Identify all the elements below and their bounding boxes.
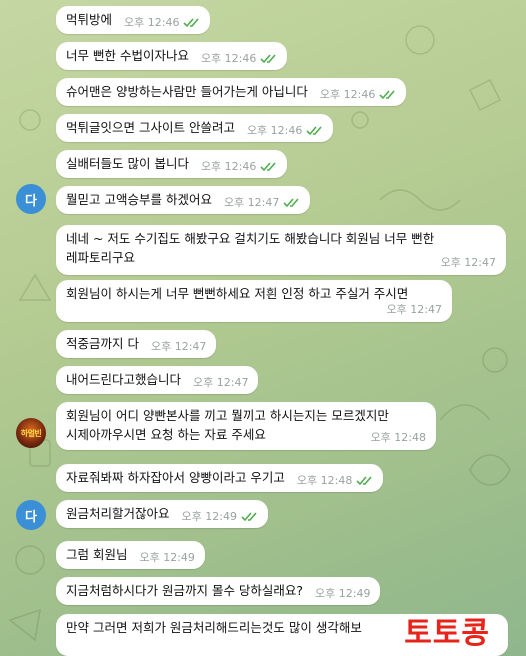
double-check-icon xyxy=(260,161,277,172)
incoming-message[interactable]: 적중금까지 다 오후 12:47 xyxy=(56,330,217,358)
message-time: 오후 12:46 xyxy=(200,52,257,65)
message-time: 오후 12:46 xyxy=(246,124,303,137)
message-time: 오후 12:48 xyxy=(370,431,426,444)
double-check-icon xyxy=(283,197,300,208)
message-text: 슈어맨은 양방하는사람만 들어가는게 아닙니다 xyxy=(66,84,308,99)
outgoing-message[interactable]: 먹튀글잇으면 그사이트 안쓸려고 오후 12:46 xyxy=(56,114,334,142)
watermark-logo: 토토콩 xyxy=(404,616,490,651)
outgoing-message[interactable]: 자료줘봐짜 하자잡아서 양빵이라고 우기고 오후 12:48 xyxy=(56,464,384,492)
message-time: 오후 12:47 xyxy=(193,376,249,389)
message-text: 네네 ~ 저도 수기집도 해봤구요 걸치기도 해봤습니다 회원님 너무 뻔한 레… xyxy=(66,231,435,265)
incoming-message[interactable]: 네네 ~ 저도 수기집도 해봤구요 걸치기도 해봤습니다 회원님 너무 뻔한 레… xyxy=(56,225,506,275)
message-text: 뭘믿고 고액승부를 하겠어요 xyxy=(66,192,212,207)
user-avatar-bettor[interactable]: 하얼빈 xyxy=(16,418,46,448)
message-time: 오후 12:46 xyxy=(200,160,257,173)
message-time: 오후 12:48 xyxy=(296,474,353,487)
message-text: 실배터들도 많이 봅니다 xyxy=(66,156,189,171)
outgoing-message[interactable]: 먹튀방에 오후 12:46 xyxy=(56,6,211,34)
outgoing-message[interactable]: 슈어맨은 양방하는사람만 들어가는게 아닙니다 오후 12:46 xyxy=(56,78,407,106)
message-text: 적중금까지 다 xyxy=(66,336,139,351)
message-text: 너무 뻔한 수법이자나요 xyxy=(66,48,189,63)
message-time: 오후 12:49 xyxy=(139,551,195,564)
double-check-icon xyxy=(306,125,323,136)
message-text: 그럼 회원님 xyxy=(66,547,128,562)
message-time: 오후 12:47 xyxy=(440,256,496,269)
incoming-message[interactable]: 회원님이 하시는게 너무 뻔뻔하세요 저흰 인정 하고 주실거 주시면 오후 1… xyxy=(56,280,452,322)
avatar-initial: 다 xyxy=(25,509,37,525)
message-text: 원금처리할거잖아요 xyxy=(66,506,170,521)
message-time: 오후 12:47 xyxy=(150,340,207,353)
message-text: 먹튀글잇으면 그사이트 안쓸려고 xyxy=(66,120,235,135)
message-text: 자료줘봐짜 하자잡아서 양빵이라고 우기고 xyxy=(66,470,285,485)
message-time: 오후 12:46 xyxy=(124,16,180,29)
incoming-message[interactable]: 내어드린다고했습니다 오후 12:47 xyxy=(56,366,259,394)
incoming-message[interactable]: 지금처럼하시다가 원금까지 몰수 당하실래요? 오후 12:49 xyxy=(56,577,381,605)
message-time: 오후 12:47 xyxy=(386,303,442,316)
avatar-label: 하얼빈 xyxy=(20,428,42,438)
incoming-message[interactable]: 회원님이 어디 양빤본사를 끼고 뭘끼고 하시는지는 모르겠지만 시제아까우시면… xyxy=(56,402,436,450)
outgoing-message[interactable]: 실배터들도 많이 봅니다 오후 12:46 xyxy=(56,150,288,178)
message-text: 회원님이 하시는게 너무 뻔뻔하세요 저흰 인정 하고 주실거 주시면 xyxy=(66,286,409,301)
message-time: 오후 12:49 xyxy=(315,587,371,600)
message-text: 먹튀방에 xyxy=(66,12,113,27)
message-text: 내어드린다고했습니다 xyxy=(66,372,182,387)
message-text: 회원님이 어디 양빤본사를 끼고 뭘끼고 하시는지는 모르겠지만 시제아까우시면… xyxy=(66,408,389,442)
double-check-icon xyxy=(260,53,277,64)
outgoing-message[interactable]: 원금처리할거잖아요 오후 12:49 xyxy=(56,500,268,528)
message-time: 오후 12:46 xyxy=(319,88,376,101)
user-avatar-da[interactable]: 다 xyxy=(16,500,46,530)
outgoing-message[interactable]: 뭘믿고 고액승부를 하겠어요 오후 12:47 xyxy=(56,186,311,214)
message-text: 지금처럼하시다가 원금까지 몰수 당하실래요? xyxy=(66,583,304,598)
double-check-icon xyxy=(379,89,396,100)
outgoing-message[interactable]: 너무 뻔한 수법이자나요 오후 12:46 xyxy=(56,42,288,70)
avatar-initial: 다 xyxy=(25,193,37,209)
message-time: 오후 12:47 xyxy=(223,196,280,209)
chat-message-list[interactable]: 먹튀방에 오후 12:46 너무 뻔한 수법이자나요 오후 12:46 슈어맨은… xyxy=(0,0,526,656)
incoming-message[interactable]: 그럼 회원님 오후 12:49 xyxy=(56,541,205,569)
double-check-icon xyxy=(183,17,200,28)
message-text: 만약 그러면 저희가 원금처리해드리는것도 많이 생각해보 xyxy=(66,620,362,635)
double-check-icon xyxy=(356,475,373,486)
message-time: 오후 12:49 xyxy=(181,510,237,523)
double-check-icon xyxy=(241,511,258,522)
user-avatar-da[interactable]: 다 xyxy=(16,184,46,214)
